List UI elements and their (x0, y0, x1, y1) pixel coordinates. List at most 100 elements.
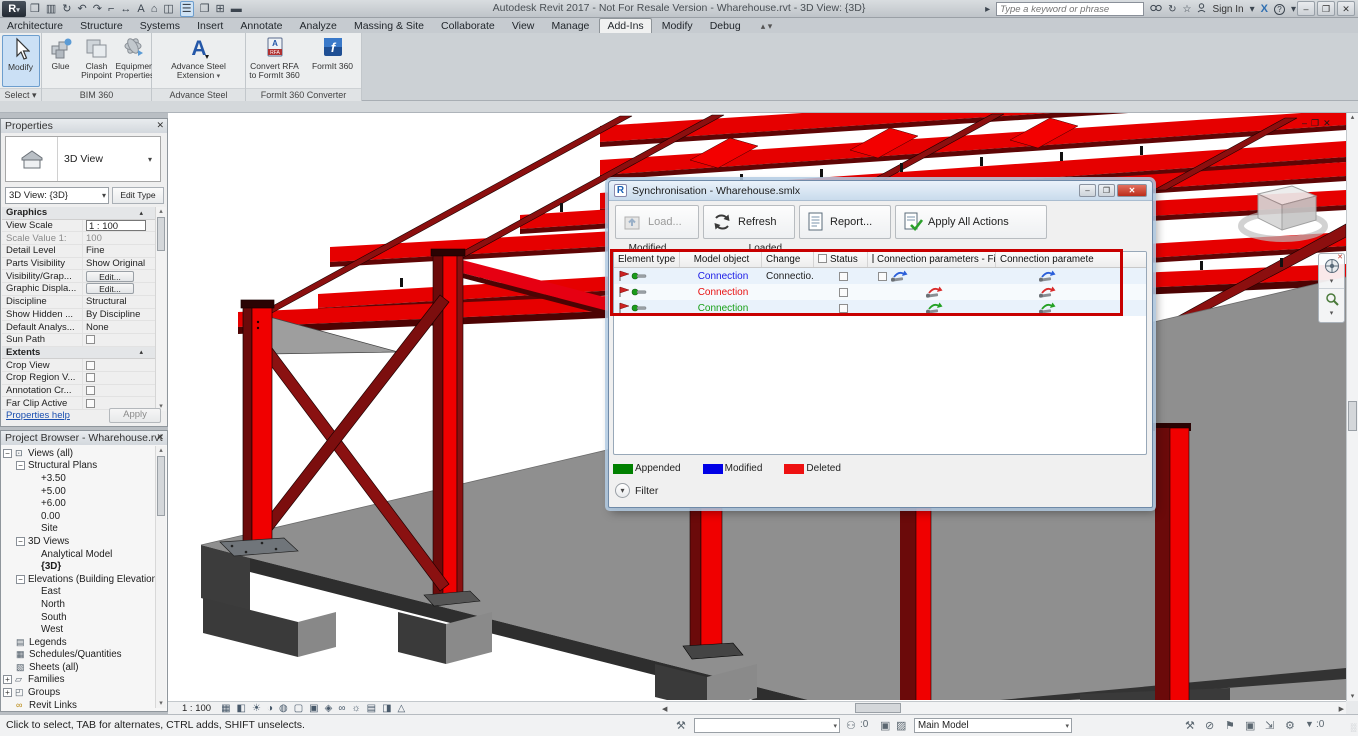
tree-item-600[interactable]: +6.00 (3, 497, 155, 510)
tree-item-sheets[interactable]: ▧Sheets (all) (3, 661, 155, 674)
dialog-minimize-button[interactable]: ‒ (1079, 184, 1096, 197)
collapse-icon[interactable]: − (16, 575, 25, 584)
apply-all-actions-button[interactable]: Apply All Actions (895, 205, 1047, 239)
col-status[interactable]: Status (814, 252, 868, 267)
selection-settings-icon[interactable]: ⚙ (1285, 719, 1295, 732)
tree-item-350[interactable]: +3.50 (3, 472, 155, 485)
customize-qat-icon[interactable]: ▬ (231, 2, 242, 16)
file-header-checkbox[interactable] (872, 254, 874, 263)
close-button[interactable]: ✕ (1337, 1, 1355, 16)
dialog-restore-button[interactable]: ❐ (1098, 184, 1115, 197)
design-options-edit-icon[interactable]: ▨ (896, 719, 906, 732)
redo-icon[interactable]: ↷ (93, 2, 102, 16)
tab-manage[interactable]: Manage (544, 19, 596, 34)
tab-modify[interactable]: Modify (655, 19, 700, 34)
advance-steel-extension-button[interactable]: A Advance Steel Extension ▾ (156, 35, 242, 87)
shadows-icon[interactable]: ◑ (267, 703, 273, 714)
thin-lines-icon[interactable]: ☰ (180, 1, 194, 17)
tree-item-3d-views[interactable]: −3D Views (3, 535, 155, 548)
close-icon[interactable]: ✕ (156, 432, 164, 443)
view-scale-input[interactable]: 1 : 100 (86, 220, 146, 231)
scrollbar-thumb[interactable] (855, 703, 901, 713)
table-row[interactable]: Connection (614, 300, 1146, 316)
search-toggle-icon[interactable]: ▸ (985, 4, 990, 15)
worksets-icon[interactable]: ⚒ (676, 719, 686, 732)
tab-collaborate[interactable]: Collaborate (434, 19, 502, 34)
collapse-icon[interactable]: − (16, 537, 25, 546)
clash-pinpoint-button[interactable]: Clash Pinpoint (80, 35, 114, 87)
panel-label-select[interactable]: Select ▾ (0, 88, 41, 101)
select-underlay-toggle-icon[interactable]: ⊘ (1205, 719, 1214, 732)
tree-item-elevations[interactable]: −Elevations (Building Elevation) (3, 573, 155, 586)
tree-item-north[interactable]: North (3, 598, 155, 611)
tree-item-structural-plans[interactable]: −Structural Plans (3, 460, 155, 473)
col-connection-parameters-file[interactable]: Connection parameters - File (868, 252, 996, 267)
collapse-icon[interactable]: − (16, 461, 25, 470)
collapse-icon[interactable]: − (3, 449, 12, 458)
properties-header[interactable]: Properties ✕ (1, 119, 167, 133)
tree-item-legends[interactable]: ▤Legends (3, 636, 155, 649)
temporary-view-properties-icon[interactable]: ◨ (382, 703, 391, 714)
vertical-scrollbar[interactable]: ▴ ▾ (1346, 113, 1358, 701)
view-restore-icon[interactable]: ❐ (1311, 118, 1323, 128)
zoom-icon[interactable] (1319, 288, 1344, 309)
modify-button[interactable]: Modify (2, 35, 40, 87)
default-analysis-value[interactable]: None (82, 321, 157, 333)
section-graphics[interactable]: Graphics▴ (2, 207, 157, 220)
tree-item-east[interactable]: East (3, 586, 155, 599)
project-browser-scrollbar[interactable]: ▴ ▾ (155, 446, 166, 708)
status-checkbox[interactable] (839, 304, 848, 313)
formit360-button[interactable]: f FormIt 360 (305, 35, 361, 87)
tree-item-site[interactable]: Site (3, 523, 155, 536)
tree-item-3d[interactable]: {3D} (3, 560, 155, 573)
scale-button[interactable]: 1 : 100 (182, 703, 211, 714)
select-pinned-toggle-icon[interactable]: ⚑ (1225, 719, 1235, 732)
visibility-edit-button[interactable]: Edit... (86, 271, 134, 282)
tree-item-families[interactable]: +▱Families (3, 674, 155, 687)
col-connection-parameters[interactable]: Connection parameters (996, 252, 1094, 267)
exchange-apps-icon[interactable]: X (1261, 3, 1268, 15)
sun-path-icon[interactable]: ☀ (252, 703, 261, 714)
tab-view[interactable]: View (505, 19, 542, 34)
file-param-checkbox[interactable] (878, 272, 887, 281)
tree-item-500[interactable]: +5.00 (3, 485, 155, 498)
equipment-properties-button[interactable]: Equipment Properties (116, 35, 150, 87)
tab-analyze[interactable]: Analyze (293, 19, 344, 34)
rendering-icon[interactable]: ◍ (279, 703, 288, 714)
save-icon[interactable]: ▥ (46, 2, 56, 16)
convert-rfa-button[interactable]: ARFA Convert RFA to FormIt 360 (247, 35, 303, 87)
ribbon-minimize-icon[interactable]: ▴ ▾ (761, 21, 773, 32)
minimize-button[interactable]: ‒ (1297, 1, 1315, 16)
select-links-toggle-icon[interactable]: ⚒ (1185, 719, 1195, 732)
viewcube[interactable] (1238, 180, 1328, 247)
tree-item-west[interactable]: West (3, 623, 155, 636)
reveal-hidden-icon[interactable]: ☼ (351, 703, 360, 714)
application-menu-button[interactable]: R▾ (2, 1, 26, 17)
tree-item-000[interactable]: 0.00 (3, 510, 155, 523)
type-selector[interactable]: 3D View ▾ (5, 136, 161, 182)
text-icon[interactable]: A (137, 2, 144, 16)
crop-view-icon[interactable]: ▢ (294, 703, 303, 714)
col-model-object[interactable]: Model object (680, 252, 762, 267)
discipline-value[interactable]: Structural (82, 296, 157, 308)
show-hidden-value[interactable]: By Discipline (82, 309, 157, 321)
dialog-close-button[interactable]: ✕ (1117, 184, 1147, 197)
tree-item-groups[interactable]: +◰Groups (3, 686, 155, 699)
crop-region-icon[interactable]: ▣ (309, 703, 318, 714)
editable-only-icon[interactable]: ⚇ (846, 719, 856, 732)
analytical-model-icon[interactable]: △ (398, 703, 406, 714)
section-extents[interactable]: Extents▴ (2, 347, 157, 360)
tree-item-schedules[interactable]: ▦Schedules/Quantities (3, 649, 155, 662)
aligned-dimension-icon[interactable]: ↔ (120, 2, 131, 16)
edit-type-button[interactable]: Edit Type (112, 187, 164, 204)
properties-scrollbar[interactable]: ▴ ▾ (155, 207, 166, 411)
help-icon[interactable]: ? (1274, 4, 1285, 15)
tree-item-analytical-model[interactable]: Analytical Model (3, 548, 155, 561)
instance-selector[interactable]: 3D View: {3D}▾ (5, 187, 109, 204)
filter-expander-button[interactable]: ▾ (615, 483, 630, 498)
select-by-face-toggle-icon[interactable]: ▣ (1245, 719, 1255, 732)
tree-item-revit-links[interactable]: ∞Revit Links (3, 699, 155, 712)
tab-debug[interactable]: Debug (703, 19, 748, 34)
navbar-chevron-icon[interactable]: ▾ (1319, 277, 1344, 285)
crop-view-checkbox[interactable] (86, 361, 95, 370)
